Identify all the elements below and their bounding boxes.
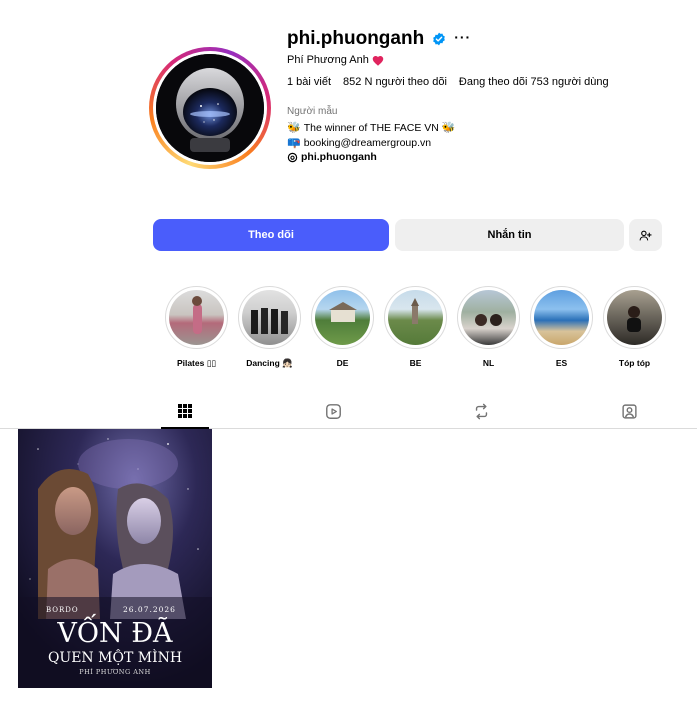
verified-icon [433, 32, 446, 46]
following-count[interactable]: Đang theo dõi 753 người dùng [459, 76, 609, 88]
sparkle-bee-icon: 🐝 [441, 122, 456, 134]
add-person-icon [639, 230, 652, 240]
sparkle-bee-icon: 🐝 [287, 122, 301, 134]
threads-link[interactable]: phi.phuonganh [287, 151, 377, 163]
bio-email: booking@dreamergroup.vn [303, 136, 432, 149]
highlight-label: Tóp tóp [618, 358, 651, 368]
followers-count[interactable]: 852 N người theo dõi [343, 76, 447, 88]
story-highlights: Pilates ▯▯ Dancing 👧🏻 DE BE NL ES Tóp tó… [160, 286, 671, 369]
highlight-cover [607, 290, 662, 345]
tagged-icon [621, 404, 637, 419]
highlight-cover [534, 290, 589, 345]
highlight-label: Dancing 👧🏻 [246, 358, 293, 368]
username-row: phi.phuonganh ··· [287, 28, 471, 50]
grid-icon [178, 403, 192, 418]
highlight-cover [315, 290, 370, 345]
reels-icon [325, 404, 341, 419]
heart-icon [372, 55, 384, 66]
threads-icon [287, 152, 298, 162]
highlight-dancing[interactable]: Dancing 👧🏻 [233, 286, 306, 369]
highlight-cover [461, 290, 516, 345]
message-button[interactable]: Nhắn tin [395, 219, 624, 251]
reposts-icon [475, 403, 487, 420]
bio-line-winner: 🐝 The winner of THE FACE VN 🐝 [287, 121, 456, 135]
posts-count: 1 bài viết [287, 76, 332, 88]
post-image: BORDO 26.07.2026 VỐN ĐÃ QUEN MỘT MÌNH PH… [18, 429, 212, 688]
highlight-label: BE [409, 358, 422, 368]
highlight-es[interactable]: ES [525, 286, 598, 369]
profile-stats: 1 bài viết 852 N người theo dõi Đang the… [287, 76, 609, 88]
tab-reels[interactable] [309, 394, 357, 429]
tab-tagged[interactable] [605, 394, 653, 429]
astronaut-helmet-image [156, 54, 264, 162]
profile-category: Người mẫu [287, 106, 338, 117]
mailbox-icon: 📪 [287, 137, 301, 149]
highlight-toptop[interactable]: Tóp tóp [598, 286, 671, 369]
highlight-label: Pilates ▯▯ [176, 358, 217, 368]
highlight-label: DE [336, 358, 349, 368]
post-date: 26.07.2026 [123, 605, 176, 614]
highlight-label: ES [555, 358, 568, 368]
highlight-cover [388, 290, 443, 345]
tab-reposts[interactable] [457, 394, 505, 429]
bio-text-winner: The winner of THE FACE VN [303, 121, 439, 134]
highlight-be[interactable]: BE [379, 286, 452, 369]
profile-avatar[interactable] [149, 47, 271, 169]
suggest-accounts-button[interactable] [629, 219, 662, 251]
full-name-row: Phí Phương Anh [287, 54, 384, 66]
post-thumbnail[interactable]: BORDO 26.07.2026 VỐN ĐÃ QUEN MỘT MÌNH PH… [18, 429, 212, 688]
post-left-tag: BORDO [46, 606, 79, 614]
profile-tabs [0, 394, 697, 429]
post-title-line1: VỐN ĐÃ [56, 612, 173, 649]
more-options-button[interactable]: ··· [454, 29, 471, 45]
highlight-de[interactable]: DE [306, 286, 379, 369]
bio-line-email: 📪 booking@dreamergroup.vn [287, 136, 432, 150]
post-title-line2: QUEN MỘT MÌNH [48, 648, 182, 666]
follow-button[interactable]: Theo dõi [153, 219, 389, 251]
tab-posts[interactable] [161, 394, 209, 429]
username[interactable]: phi.phuonganh [287, 28, 424, 50]
highlight-label: NL [482, 358, 495, 368]
highlight-cover [242, 290, 297, 345]
highlight-nl[interactable]: NL [452, 286, 525, 369]
threads-handle: phi.phuonganh [301, 151, 377, 163]
highlight-cover [169, 290, 224, 345]
post-artist: PHÍ PHƯƠNG ANH [79, 667, 151, 676]
full-name: Phí Phương Anh [287, 54, 369, 66]
highlight-pilates[interactable]: Pilates ▯▯ [160, 286, 233, 369]
